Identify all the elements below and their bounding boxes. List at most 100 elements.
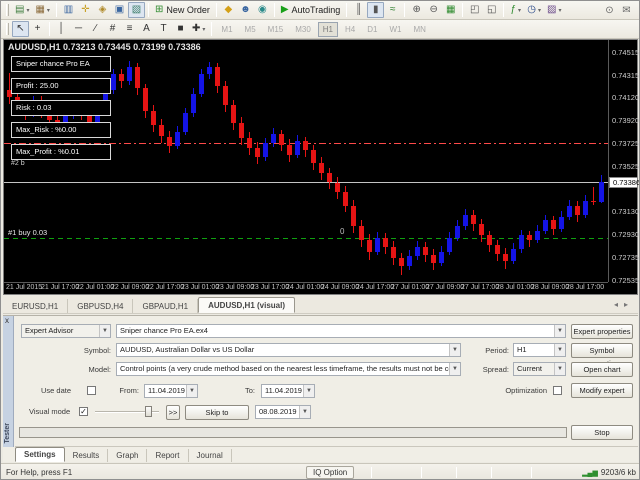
timeframe-h4[interactable]: H4: [340, 22, 360, 37]
channel-tool[interactable]: ≡: [121, 21, 138, 37]
tile-windows-icon: ▦: [446, 4, 456, 15]
trendline-tool[interactable]: ∕: [87, 21, 104, 37]
tester-tab-results[interactable]: Results: [65, 449, 109, 462]
search-icon[interactable]: ⊙: [601, 3, 618, 19]
stop-button[interactable]: Stop: [571, 425, 633, 440]
navigator-button[interactable]: ◈: [94, 2, 111, 18]
to-date-field[interactable]: 11.04.2019 ▼: [261, 384, 315, 398]
optimization-checkbox[interactable]: [553, 386, 562, 395]
periods-button[interactable]: ◷ ▾: [524, 2, 544, 18]
visual-speed-slider[interactable]: [95, 406, 159, 417]
zoom-in-button[interactable]: ⊕: [408, 2, 425, 18]
data-window-button[interactable]: ✛: [77, 2, 94, 18]
candlestick-chart-button[interactable]: ▮: [367, 2, 385, 18]
terminal-button[interactable]: ▣: [111, 2, 128, 18]
skip-to-button[interactable]: Skip to: [185, 405, 249, 420]
symbol-select[interactable]: AUDUSD, Australian Dollar vs US Dollar ▼: [116, 343, 461, 357]
crosshair-tool[interactable]: +: [29, 21, 46, 37]
chart-tab-audusd[interactable]: AUDUSD,H1 (visual): [198, 297, 296, 313]
shapes-tool-icon: ■: [177, 23, 184, 34]
arrows-tool[interactable]: ✚ ▾: [189, 21, 208, 37]
timeframe-d1[interactable]: D1: [362, 22, 382, 37]
calendar-dropdown-icon[interactable]: ▼: [303, 385, 314, 397]
tab-scroll-right-icon[interactable]: ▸: [622, 300, 630, 309]
modify-expert-button[interactable]: Modify expert: [571, 383, 633, 398]
time-axis-label: 24 Jul 17:00: [356, 284, 395, 291]
tester-close-button[interactable]: x: [5, 316, 9, 325]
tester-tab-settings[interactable]: Settings: [15, 447, 65, 462]
visual-mode-label: Visual mode: [29, 407, 71, 416]
label-tool[interactable]: T: [155, 21, 172, 37]
timeframe-m5[interactable]: M5: [240, 22, 261, 37]
chart-tab-gbpusd[interactable]: GBPUSD,H4: [68, 299, 134, 313]
timeframe-m15[interactable]: M15: [263, 22, 289, 37]
text-tool[interactable]: A: [138, 21, 155, 37]
timeframe-m30[interactable]: M30: [290, 22, 316, 37]
symbol-label: Symbol:: [83, 346, 111, 355]
metaeditor-button[interactable]: ◆: [220, 2, 237, 18]
new-order-button[interactable]: ⊞ New Order: [152, 2, 213, 18]
from-date-field[interactable]: 11.04.2019 ▼: [144, 384, 198, 398]
chevron-down-icon[interactable]: ▼: [449, 344, 460, 356]
expert-type-select[interactable]: Expert Advisor ▼: [21, 324, 111, 338]
bar-chart-button[interactable]: ║: [350, 2, 367, 18]
use-date-checkbox[interactable]: [87, 386, 96, 395]
market-watch-button[interactable]: ▥: [60, 2, 77, 18]
skip-date-field[interactable]: 08.08.2019 ▼: [255, 405, 311, 419]
tester-tab-report[interactable]: Report: [147, 449, 189, 462]
chevron-down-icon[interactable]: ▼: [99, 325, 110, 337]
chart-plot[interactable]: AUDUSD,H1 0.73213 0.73445 0.73199 0.7338…: [4, 40, 608, 282]
line-chart-button[interactable]: ≈: [384, 2, 401, 18]
fast-forward-button[interactable]: >>: [166, 405, 180, 420]
timeframe-mn[interactable]: MN: [408, 22, 430, 37]
chevron-down-icon[interactable]: ▼: [554, 344, 565, 356]
to-label: To:: [244, 386, 255, 395]
timeframe-w1[interactable]: W1: [384, 22, 406, 37]
chevron-down-icon[interactable]: ▼: [554, 325, 565, 337]
expert-name-value: Sniper chance Pro EA.ex4: [120, 326, 208, 335]
broker-status-button[interactable]: IQ Option: [306, 466, 355, 479]
indicators-button[interactable]: ƒ ▾: [507, 2, 524, 18]
profiles-button[interactable]: ▦ ▾: [32, 2, 52, 18]
expert-properties-button[interactable]: Expert properties: [571, 324, 633, 339]
timeframe-m1[interactable]: M1: [216, 22, 237, 37]
period-select[interactable]: H1 ▼: [513, 343, 566, 357]
cascade-windows-button[interactable]: ◰: [466, 2, 483, 18]
autotrading-button[interactable]: ▶ AutoTrading: [278, 2, 343, 18]
arrange-windows-button[interactable]: ◱: [483, 2, 500, 18]
vertical-line-tool[interactable]: │: [53, 21, 70, 37]
spread-select[interactable]: Current ▼: [513, 362, 566, 376]
tester-tab-journal[interactable]: Journal: [189, 449, 232, 462]
calendar-dropdown-icon[interactable]: ▼: [299, 406, 310, 418]
expert-name-select[interactable]: Sniper chance Pro EA.ex4 ▼: [116, 324, 566, 338]
horizontal-line-tool[interactable]: ─: [70, 21, 87, 37]
calendar-dropdown-icon[interactable]: ▼: [186, 385, 197, 397]
open-chart-button[interactable]: Open chart: [571, 362, 633, 377]
symbol-properties-button[interactable]: Symbol properties: [571, 343, 633, 368]
slider-thumb[interactable]: [145, 406, 152, 417]
templates-button[interactable]: ▨ ▾: [544, 2, 564, 18]
new-chart-button[interactable]: ▤ ▾: [12, 2, 32, 18]
cursor-tool[interactable]: ↖: [12, 21, 29, 37]
chat-icon[interactable]: ✉: [618, 3, 635, 19]
fibonacci-tool[interactable]: #: [104, 21, 121, 37]
community-button[interactable]: ☻: [237, 2, 254, 18]
timeframe-h1[interactable]: H1: [317, 21, 339, 37]
tab-scroll-left-icon[interactable]: ◂: [612, 300, 620, 309]
visual-mode-checkbox[interactable]: ✓: [79, 407, 88, 416]
candle-body: [127, 67, 132, 82]
tester-tab-graph[interactable]: Graph: [108, 449, 148, 462]
candlestick-chart-icon: ▮: [372, 4, 379, 15]
chart-tab-gbpaud[interactable]: GBPAUD,H1: [133, 299, 199, 313]
market-button[interactable]: ◉: [254, 2, 271, 18]
candle-body: [439, 251, 444, 264]
shapes-tool[interactable]: ■: [172, 21, 189, 37]
model-select[interactable]: Control points (a very crude method base…: [116, 362, 461, 376]
tile-windows-button[interactable]: ▦: [442, 2, 459, 18]
zoom-out-button[interactable]: ⊖: [425, 2, 442, 18]
chart-tab-eurusd[interactable]: EURUSD,H1: [3, 299, 69, 313]
arrange-windows-icon: ◱: [487, 4, 497, 15]
chevron-down-icon[interactable]: ▼: [554, 363, 565, 375]
chevron-down-icon[interactable]: ▼: [449, 363, 460, 375]
strategy-tester-button[interactable]: ▧: [127, 2, 145, 18]
